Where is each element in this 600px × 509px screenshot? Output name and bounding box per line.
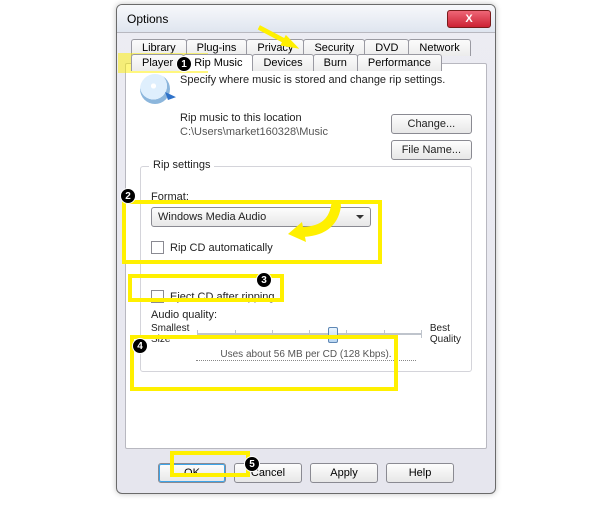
chevron-down-icon — [356, 215, 364, 223]
slider-thumb[interactable] — [328, 327, 338, 343]
help-button[interactable]: Help — [386, 463, 454, 483]
rip-auto-checkbox[interactable] — [151, 241, 164, 254]
change-button[interactable]: Change... — [391, 114, 472, 134]
step-badge-2: 2 — [120, 188, 136, 204]
titlebar: Options X — [117, 5, 495, 33]
close-icon: X — [465, 13, 472, 25]
instruction-text: Specify where music is stored and change… — [180, 74, 445, 86]
cd-rip-icon — [140, 74, 170, 104]
window-title: Options — [127, 12, 168, 26]
aq-min-label: Smallest Size — [151, 323, 189, 345]
rip-auto-label: Rip CD automatically — [170, 242, 273, 254]
tab-performance[interactable]: Performance — [357, 54, 442, 71]
tab-devices[interactable]: Devices — [252, 54, 313, 71]
format-value: Windows Media Audio — [158, 211, 266, 223]
step-badge-1: 1 — [176, 56, 192, 72]
eject-checkbox[interactable] — [151, 290, 164, 303]
options-dialog: Options X Library Plug-ins Privacy Secur… — [116, 4, 496, 494]
arrow-to-format-icon — [282, 202, 342, 246]
rip-settings-group: Rip settings Format: Windows Media Audio… — [140, 166, 472, 372]
audio-quality-slider[interactable] — [197, 324, 422, 344]
ok-button[interactable]: OK — [158, 463, 226, 483]
rip-settings-legend: Rip settings — [149, 159, 214, 171]
step-badge-4: 4 — [132, 338, 148, 354]
tab-burn[interactable]: Burn — [313, 54, 358, 71]
tab-sheet: Specify where music is stored and change… — [125, 63, 487, 449]
filename-button[interactable]: File Name... — [391, 140, 472, 160]
step-badge-5: 5 — [244, 456, 260, 472]
aq-max-label: Best Quality — [430, 323, 461, 345]
close-button[interactable]: X — [447, 10, 491, 28]
apply-button[interactable]: Apply — [310, 463, 378, 483]
aq-size-info: Uses about 56 MB per CD (128 Kbps). — [196, 349, 416, 361]
audio-quality-label: Audio quality: — [151, 309, 461, 321]
dialog-button-row: OK Cancel Apply Help — [117, 463, 495, 483]
step-badge-3: 3 — [256, 272, 272, 288]
tab-rip-music[interactable]: Rip Music — [183, 54, 253, 71]
eject-label: Eject CD after ripping — [170, 291, 275, 303]
